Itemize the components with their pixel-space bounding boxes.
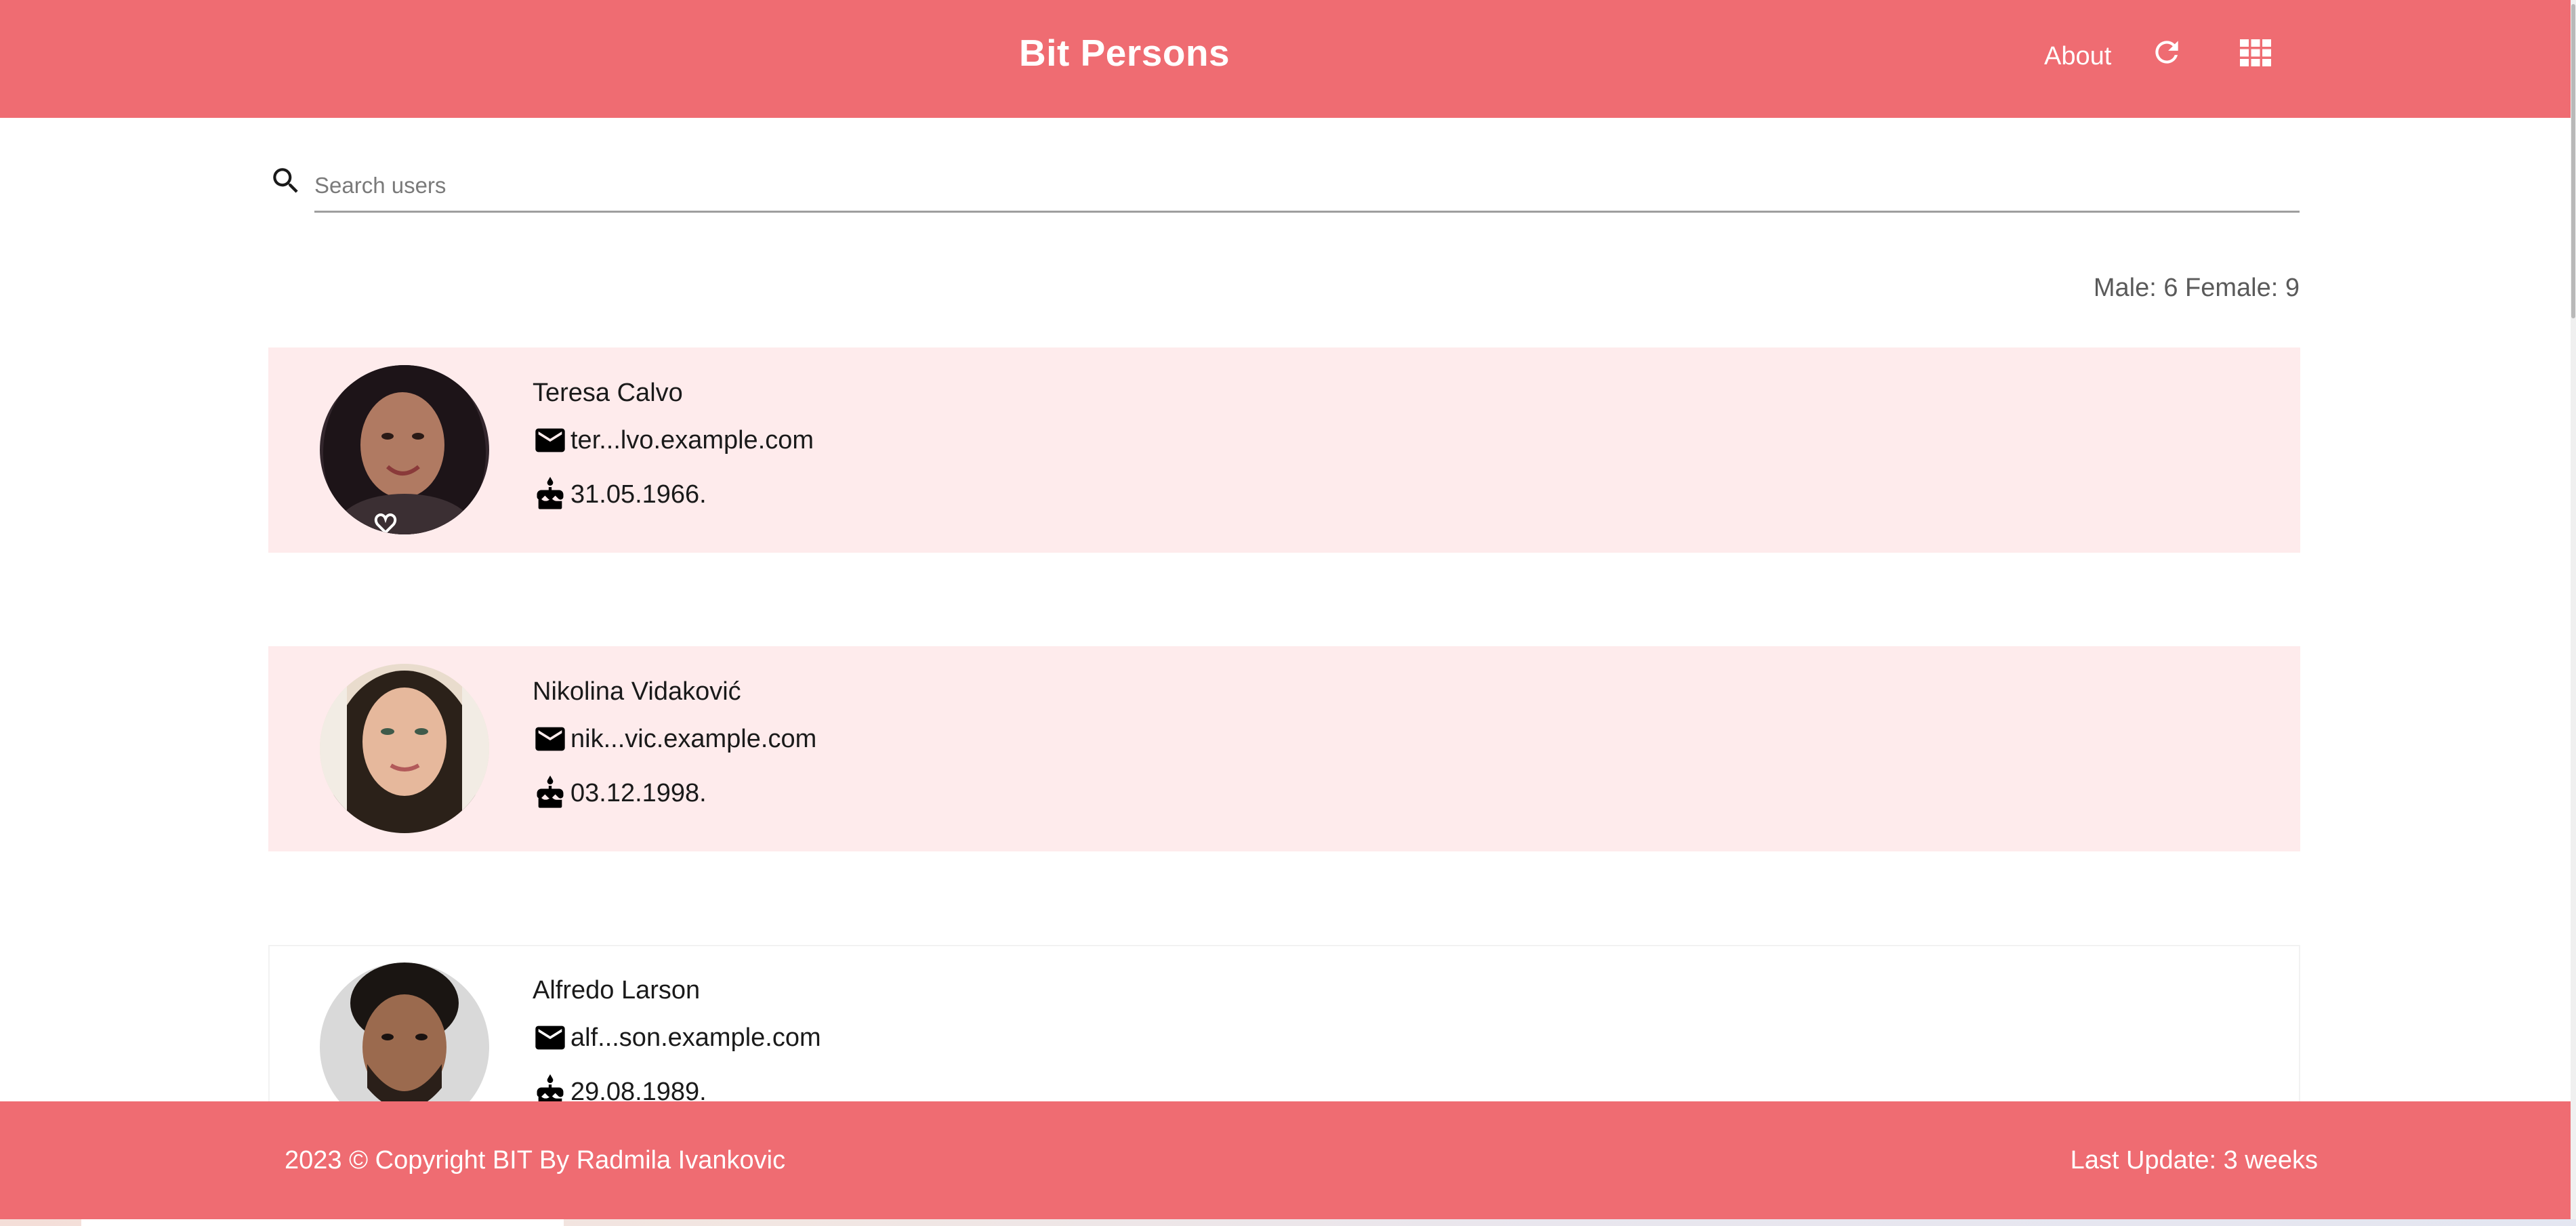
about-link[interactable]: About [2044, 42, 2111, 71]
user-name: Alfredo Larson [533, 976, 701, 1005]
app-title[interactable]: Bit Persons [1019, 31, 1230, 75]
app-footer: 2023 © Copyright BIT By Radmila Ivankovi… [0, 1101, 2571, 1219]
user-card[interactable]: Nikolina Vidaković nik...vic.example.com… [268, 646, 2300, 851]
last-update-text: Last Update: 3 weeks [2070, 1146, 2318, 1175]
avatar [320, 664, 489, 833]
user-email: nik...vic.example.com [533, 721, 816, 757]
user-card[interactable]: Teresa Calvo ter...lvo.example.com 31.05… [268, 347, 2300, 553]
user-name: Teresa Calvo [533, 379, 683, 407]
user-email: ter...lvo.example.com [533, 422, 814, 459]
birthday-text: 31.05.1966. [570, 480, 707, 509]
email-text: alf...son.example.com [570, 1023, 821, 1052]
cake-icon [537, 776, 564, 808]
taskbar-segment [81, 1219, 564, 1226]
avatar [320, 365, 489, 534]
cake-icon [537, 477, 564, 509]
email-text: ter...lvo.example.com [570, 425, 814, 455]
app-header: Bit Persons About [0, 0, 2571, 118]
user-email: alf...son.example.com [533, 1019, 821, 1056]
search-input[interactable] [314, 160, 2300, 213]
email-text: nik...vic.example.com [570, 724, 817, 753]
user-birthday: 31.05.1966. [533, 476, 707, 513]
search-icon [269, 164, 303, 198]
grid-view-icon[interactable] [2240, 39, 2271, 66]
mail-icon [535, 428, 565, 452]
user-birthday: 03.12.1998. [533, 775, 707, 811]
copyright-text: 2023 © Copyright BIT By Radmila Ivankovi… [285, 1146, 786, 1175]
mail-icon [535, 727, 565, 751]
birthday-text: 03.12.1998. [570, 778, 707, 807]
user-name: Nikolina Vidaković [533, 677, 741, 706]
scrollbar-thumb[interactable] [2571, 4, 2575, 318]
mail-icon [535, 1026, 565, 1050]
gender-stats: Male: 6 Female: 9 [2093, 274, 2300, 302]
refresh-icon[interactable] [2150, 35, 2184, 69]
page: Bit Persons About M [0, 0, 2576, 1226]
taskbar-strip [0, 1219, 2576, 1226]
